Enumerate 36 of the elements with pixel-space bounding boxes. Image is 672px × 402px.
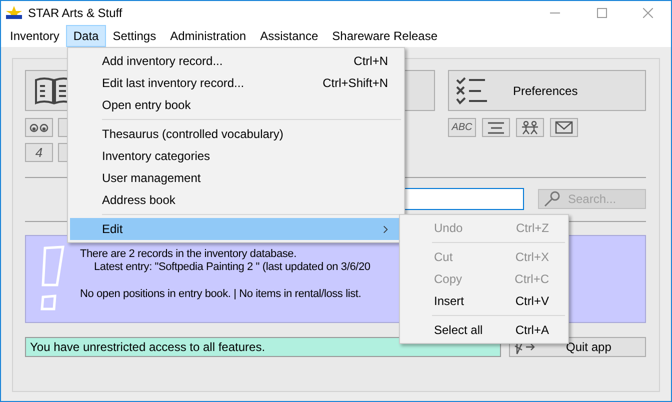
search-icon (543, 191, 561, 207)
menu-item[interactable]: Edit last inventory record... Ctrl+Shift+N (70, 72, 402, 94)
maximize-icon[interactable] (597, 8, 607, 18)
menu-item[interactable]: Edit (70, 218, 402, 240)
menu-item[interactable]: Settings (106, 25, 164, 47)
menu-item[interactable]: Administration (163, 25, 254, 47)
people-icon (521, 120, 539, 134)
envelope-icon (555, 121, 573, 134)
menu-item[interactable]: Thesaurus (controlled vocabulary) (70, 123, 402, 145)
window-title: STAR Arts & Stuff (28, 5, 122, 22)
info-text: There are 2 records in the inventory database. (80, 248, 298, 261)
menu-item[interactable]: User management (70, 167, 402, 189)
menu-item[interactable]: Inventory categories (70, 145, 402, 167)
menu-item[interactable]: Insert Ctrl+V (402, 290, 566, 312)
info-text: Latest entry: "Softpedia Painting 2 " (last updated on 3/6/20 (93, 261, 370, 274)
info-text: No open positions in entry book. | No items in rental/loss list. (80, 288, 362, 301)
menu-item[interactable]: Data (66, 25, 106, 47)
close-icon[interactable] (643, 8, 653, 18)
chevron-right-icon (383, 224, 388, 234)
tool-button[interactable]: ABC (448, 118, 476, 137)
tool-button[interactable]: 4 (25, 143, 53, 162)
menu-item[interactable]: Address book (70, 189, 402, 211)
tool-button[interactable] (550, 118, 578, 137)
status-message: You have unrestricted access to all features. (25, 337, 501, 357)
eyes-icon (29, 122, 49, 132)
lines-icon (487, 122, 505, 134)
tool-button[interactable] (516, 118, 544, 137)
tool-button[interactable] (25, 118, 53, 137)
preferences-button[interactable]: Preferences (448, 70, 646, 111)
menu-item[interactable]: Assistance (253, 25, 326, 47)
menu-item[interactable]: Inventory (3, 25, 66, 47)
menu-item[interactable]: Add inventory record... Ctrl+N (70, 50, 402, 72)
tool-button[interactable] (482, 118, 510, 137)
menu-item[interactable]: Open entry book (70, 94, 402, 116)
menu-item[interactable]: Shareware Release (325, 25, 445, 47)
app-logo-icon (5, 6, 23, 20)
